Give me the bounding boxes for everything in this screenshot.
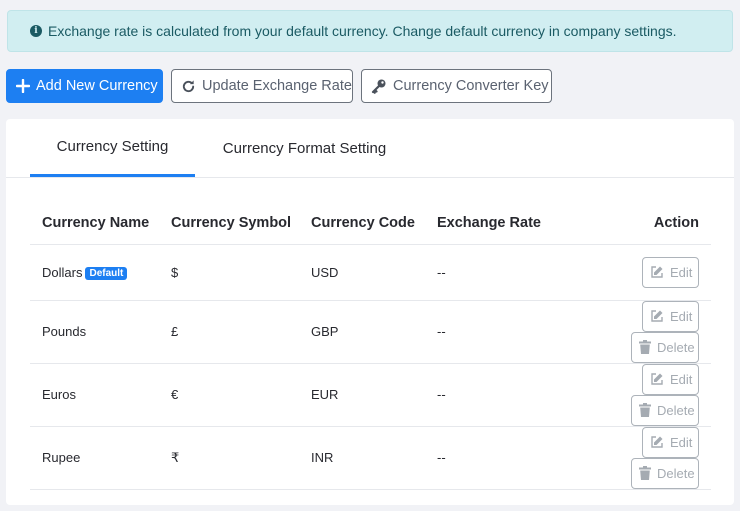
currency-symbol: £ bbox=[159, 300, 299, 364]
edit-label: Edit bbox=[670, 308, 693, 324]
table-row: Dollars Default $ USD -- Edit bbox=[30, 244, 711, 301]
table-row: Pounds £ GBP -- Edit Delete bbox=[30, 300, 711, 364]
add-new-currency-label: Add New Currency bbox=[36, 78, 158, 94]
currency-code: GBP bbox=[299, 300, 425, 364]
edit-label: Edit bbox=[670, 434, 693, 450]
currency-code: USD bbox=[299, 244, 425, 301]
exchange-rate: -- bbox=[425, 363, 555, 427]
edit-icon bbox=[650, 435, 664, 449]
delete-label: Delete bbox=[657, 339, 695, 355]
default-badge: Default bbox=[85, 266, 128, 280]
delete-label: Delete bbox=[657, 402, 695, 418]
tab-currency-setting[interactable]: Currency Setting bbox=[30, 119, 195, 177]
row-actions: Edit Delete bbox=[555, 363, 711, 427]
delete-button[interactable]: Delete bbox=[631, 331, 699, 363]
header-action: Action bbox=[555, 202, 711, 245]
exchange-rate: -- bbox=[425, 300, 555, 364]
currency-card: Currency Setting Currency Format Setting… bbox=[6, 119, 734, 505]
currency-converter-key-button[interactable]: Currency Converter Key bbox=[361, 69, 552, 103]
currency-name: Rupee bbox=[30, 426, 159, 490]
currency-name: Pounds bbox=[30, 300, 159, 364]
trash-icon bbox=[639, 466, 651, 480]
edit-button[interactable]: Edit bbox=[642, 426, 699, 458]
table-row: Euros € EUR -- Edit Delete bbox=[30, 363, 711, 427]
trash-icon bbox=[639, 340, 651, 354]
edit-icon bbox=[650, 372, 664, 386]
row-actions: Edit Delete bbox=[555, 300, 711, 364]
table-header-row: Currency Name Currency Symbol Currency C… bbox=[30, 202, 711, 245]
edit-button[interactable]: Edit bbox=[642, 256, 699, 288]
info-icon: i bbox=[30, 25, 42, 37]
edit-label: Edit bbox=[670, 264, 693, 280]
info-alert: i Exchange rate is calculated from your … bbox=[7, 10, 733, 52]
currency-symbol: € bbox=[159, 363, 299, 427]
key-icon bbox=[371, 78, 387, 94]
edit-button[interactable]: Edit bbox=[642, 363, 699, 395]
edit-label: Edit bbox=[670, 371, 693, 387]
currency-table: Currency Name Currency Symbol Currency C… bbox=[30, 202, 711, 490]
edit-icon bbox=[650, 265, 664, 279]
update-exchange-rate-button[interactable]: Update Exchange Rate bbox=[171, 69, 353, 103]
delete-button[interactable]: Delete bbox=[631, 457, 699, 489]
delete-button[interactable]: Delete bbox=[631, 394, 699, 426]
currency-converter-key-label: Currency Converter Key bbox=[393, 78, 549, 94]
edit-icon bbox=[650, 309, 664, 323]
exchange-rate: -- bbox=[425, 426, 555, 490]
row-actions: Edit Delete bbox=[555, 426, 711, 490]
toolbar: Add New Currency Update Exchange Rate Cu… bbox=[6, 69, 552, 103]
table-row: Rupee ₹ INR -- Edit Delete bbox=[30, 426, 711, 490]
currency-name: Euros bbox=[30, 363, 159, 427]
plus-icon bbox=[16, 78, 30, 94]
edit-button[interactable]: Edit bbox=[642, 300, 699, 332]
tab-bar: Currency Setting Currency Format Setting bbox=[6, 119, 734, 178]
header-currency-code: Currency Code bbox=[299, 202, 425, 245]
tab-currency-format-setting[interactable]: Currency Format Setting bbox=[202, 119, 407, 178]
exchange-rate: -- bbox=[425, 244, 555, 301]
currency-symbol: $ bbox=[159, 244, 299, 301]
delete-label: Delete bbox=[657, 465, 695, 481]
update-exchange-rate-label: Update Exchange Rate bbox=[202, 78, 352, 94]
currency-name: Dollars bbox=[42, 264, 83, 280]
currency-code: EUR bbox=[299, 363, 425, 427]
row-actions: Edit bbox=[555, 244, 711, 301]
header-currency-name: Currency Name bbox=[30, 202, 159, 245]
alert-text: Exchange rate is calculated from your de… bbox=[48, 23, 677, 39]
currency-code: INR bbox=[299, 426, 425, 490]
currency-symbol: ₹ bbox=[159, 426, 299, 490]
refresh-icon bbox=[181, 78, 196, 94]
add-new-currency-button[interactable]: Add New Currency bbox=[6, 69, 163, 103]
header-currency-symbol: Currency Symbol bbox=[159, 202, 299, 245]
trash-icon bbox=[639, 403, 651, 417]
header-exchange-rate: Exchange Rate bbox=[425, 202, 555, 245]
